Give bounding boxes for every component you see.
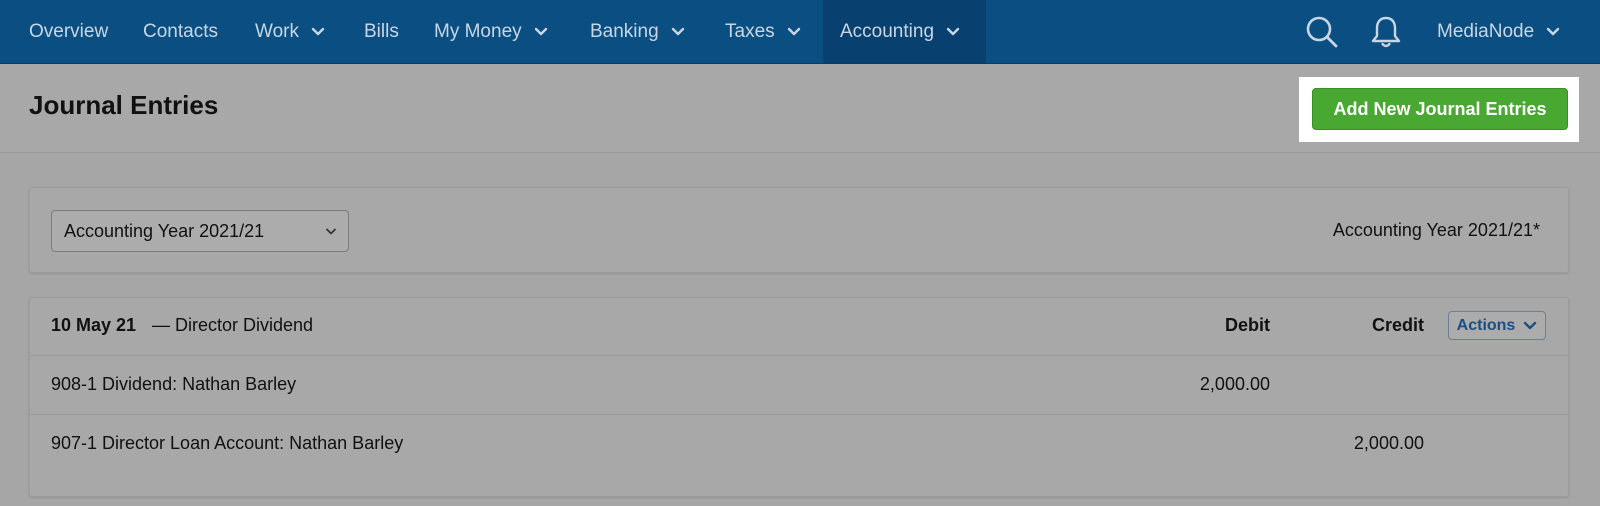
entry-description: Director Dividend bbox=[175, 315, 314, 335]
nav-item-label: Overview bbox=[29, 20, 109, 42]
current-accounting-year: Accounting Year 2021/21* bbox=[1332, 220, 1540, 240]
account-menu[interactable]: MediaNode bbox=[1437, 0, 1560, 63]
nav-item-banking[interactable]: Banking bbox=[590, 0, 685, 63]
chevron-down-icon bbox=[1523, 321, 1537, 331]
line-account: 908-1 Dividend: Nathan Barley bbox=[51, 374, 297, 394]
line-credit: 2,000.00 bbox=[1353, 433, 1424, 453]
chevron-down-icon bbox=[311, 27, 325, 37]
chevron-down-icon bbox=[1546, 27, 1560, 37]
row-divider bbox=[30, 414, 1568, 415]
line-account: 907-1 Director Loan Account: Nathan Barl… bbox=[51, 433, 404, 453]
bell-icon[interactable] bbox=[1366, 12, 1406, 52]
nav-item-label: Contacts bbox=[143, 20, 218, 42]
search-icon[interactable] bbox=[1302, 12, 1342, 52]
chevron-down-icon bbox=[534, 27, 548, 37]
nav-item-contacts[interactable]: Contacts bbox=[143, 0, 218, 63]
nav-item-label: Bills bbox=[364, 20, 399, 42]
nav-item-work[interactable]: Work bbox=[255, 0, 325, 63]
accounting-year-value: Accounting Year 2021/21 bbox=[64, 220, 265, 241]
nav-item-my-money[interactable]: My Money bbox=[434, 0, 548, 63]
account-name: MediaNode bbox=[1437, 20, 1535, 42]
nav-item-label: Taxes bbox=[725, 20, 775, 42]
page-title: Journal Entries bbox=[29, 90, 219, 120]
chevron-down-icon bbox=[787, 27, 801, 37]
add-new-journal-entries-button[interactable]: Add New Journal Entries bbox=[1312, 88, 1568, 130]
credit-header: Credit bbox=[1371, 315, 1424, 335]
nav-item-accounting[interactable]: Accounting bbox=[823, 0, 986, 63]
entry-date: 10 May 21 bbox=[51, 315, 137, 335]
nav-item-taxes[interactable]: Taxes bbox=[725, 0, 801, 63]
nav-item-label: Work bbox=[255, 20, 299, 42]
actions-label: Actions bbox=[1456, 316, 1516, 334]
line-debit: 2,000.00 bbox=[1199, 374, 1270, 394]
chevron-down-icon bbox=[324, 227, 338, 237]
chevron-down-icon bbox=[671, 27, 685, 37]
accounting-year-select[interactable]: Accounting Year 2021/21 bbox=[51, 210, 349, 252]
actions-button[interactable]: Actions bbox=[1448, 311, 1546, 340]
entry-separator: — bbox=[152, 315, 170, 335]
nav-item-overview[interactable]: Overview bbox=[29, 0, 108, 63]
debit-header: Debit bbox=[1225, 315, 1270, 335]
nav-item-label: Accounting bbox=[840, 20, 935, 42]
chevron-down-icon bbox=[946, 27, 960, 37]
nav-item-label: Banking bbox=[590, 20, 659, 42]
nav-item-bills[interactable]: Bills bbox=[364, 0, 399, 63]
nav-item-label: My Money bbox=[434, 20, 522, 42]
row-divider bbox=[30, 355, 1568, 356]
top-navigation: Overview Contacts Work Bills My Money Ba… bbox=[0, 0, 1600, 64]
